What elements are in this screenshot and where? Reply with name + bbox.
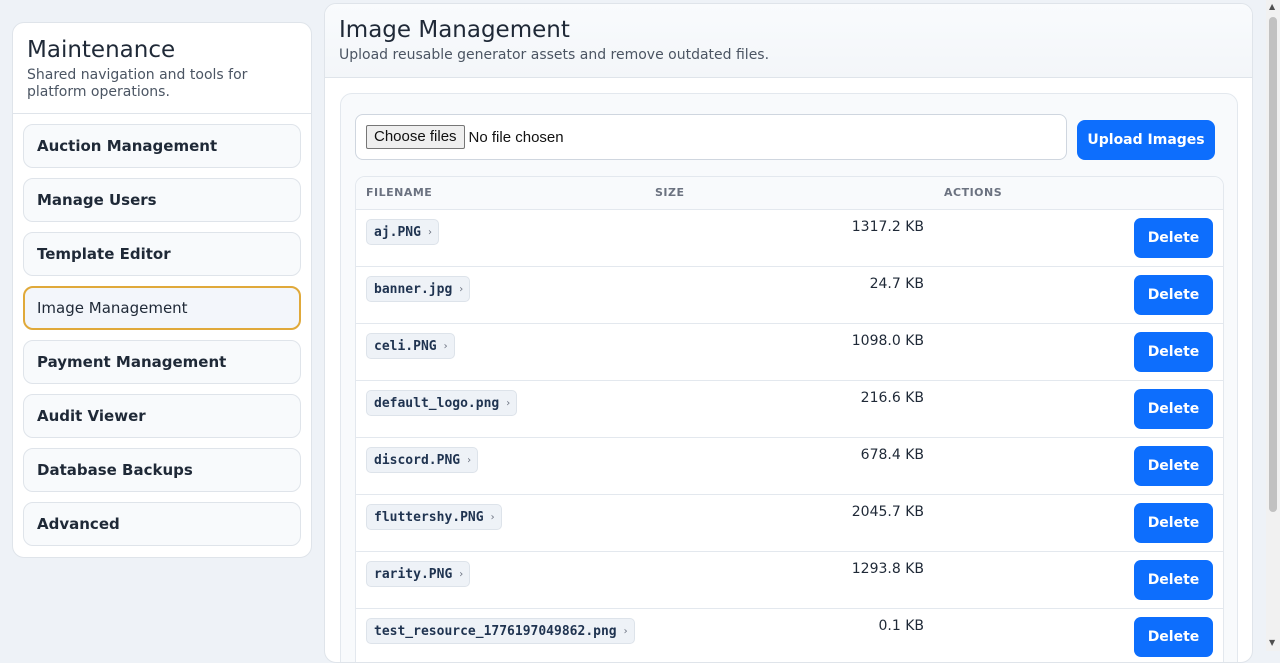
filename-text: default_logo.png <box>374 395 500 411</box>
sidebar-header: Maintenance Shared navigation and tools … <box>13 23 311 114</box>
header-actions: ACTIONS <box>944 186 1003 199</box>
filename-chip[interactable]: rarity.PNG › <box>366 561 471 587</box>
file-size: 0.1 KB <box>878 618 925 634</box>
file-status: No file chosen <box>468 128 564 146</box>
table-row: test_resource_1776197049862.png › 0.1 KB De… <box>356 609 1223 662</box>
chevron-right-icon: › <box>459 568 464 580</box>
sidebar-item-template-editor[interactable]: Template Editor <box>23 232 301 276</box>
panel-header: Image Management Upload reusable generat… <box>325 4 1252 78</box>
file-size: 1293.8 KB <box>851 561 924 577</box>
filename-chip[interactable]: celi.PNG › <box>366 333 455 359</box>
header-size: SIZE <box>655 186 685 199</box>
chevron-right-icon: › <box>467 454 472 466</box>
table-header: FILENAME SIZE ACTIONS <box>356 177 1223 210</box>
table-row: rarity.PNG › 1293.8 KB Delete <box>356 552 1223 609</box>
filename-chip[interactable]: discord.PNG › <box>366 447 479 473</box>
filename-chip[interactable]: banner.jpg › <box>366 276 471 302</box>
sidebar-subtitle: Shared navigation and tools for platform… <box>27 67 248 100</box>
file-size: 2045.7 KB <box>851 504 924 520</box>
table-row: discord.PNG › 678.4 KB Delete <box>356 438 1223 495</box>
chevron-right-icon: › <box>623 625 628 637</box>
delete-button[interactable]: Delete <box>1134 275 1213 315</box>
filename-text: banner.jpg <box>374 281 453 297</box>
sidebar-item-advanced[interactable]: Advanced <box>23 502 301 546</box>
filename-text: fluttershy.PNG <box>374 509 484 525</box>
file-size: 1317.2 KB <box>851 219 924 235</box>
scroll-up-arrow-icon[interactable]: ▲ <box>1269 2 1275 11</box>
sidebar-item-auction-management[interactable]: Auction Management <box>23 124 301 168</box>
page-title: Image Management <box>339 17 570 43</box>
table-row: default_logo.png › 216.6 KB Delete <box>356 381 1223 438</box>
scroll-down-arrow-icon[interactable]: ▼ <box>1269 638 1275 647</box>
file-size: 24.7 KB <box>869 276 924 292</box>
table-body: aj.PNG › 1317.2 KB Delete banner.jpg › 24.7 KB… <box>356 210 1223 662</box>
file-size: 1098.0 KB <box>851 333 924 349</box>
filename-chip[interactable]: fluttershy.PNG › <box>366 504 502 530</box>
sidebar-item-manage-users[interactable]: Manage Users <box>23 178 301 222</box>
file-input[interactable]: Choose files No file chosen <box>355 114 1067 160</box>
table-row: banner.jpg › 24.7 KB Delete <box>356 267 1223 324</box>
chevron-right-icon: › <box>506 397 511 409</box>
table-row: aj.PNG › 1317.2 KB Delete <box>356 210 1223 267</box>
filename-text: test_resource_1776197049862.png <box>374 623 617 639</box>
sidebar-item-audit-viewer[interactable]: Audit Viewer <box>23 394 301 438</box>
delete-button[interactable]: Delete <box>1134 503 1213 543</box>
chevron-right-icon: › <box>459 283 464 295</box>
filename-text: discord.PNG <box>374 452 461 468</box>
filename-chip[interactable]: default_logo.png › <box>366 390 518 416</box>
delete-button[interactable]: Delete <box>1134 218 1213 258</box>
maintenance-sidebar: Maintenance Shared navigation and tools … <box>12 22 312 558</box>
file-size: 216.6 KB <box>860 390 924 406</box>
header-filename: FILENAME <box>366 186 433 199</box>
chevron-right-icon: › <box>443 340 448 352</box>
sidebar-item-payment-management[interactable]: Payment Management <box>23 340 301 384</box>
scroll-thumb[interactable] <box>1269 17 1277 512</box>
sidebar-title: Maintenance <box>27 37 176 63</box>
page-scrollbar[interactable]: ▲ ▼ <box>1266 0 1280 651</box>
page-subtitle: Upload reusable generator assets and rem… <box>339 47 770 63</box>
table-row: celi.PNG › 1098.0 KB Delete <box>356 324 1223 381</box>
filename-chip[interactable]: aj.PNG › <box>366 219 439 245</box>
delete-button[interactable]: Delete <box>1134 617 1213 657</box>
choose-files-button[interactable]: Choose files <box>366 125 465 149</box>
file-size: 678.4 KB <box>860 447 924 463</box>
delete-button[interactable]: Delete <box>1134 446 1213 486</box>
delete-button[interactable]: Delete <box>1134 332 1213 372</box>
filename-text: celi.PNG <box>374 338 437 354</box>
sidebar-item-database-backups[interactable]: Database Backups <box>23 448 301 492</box>
sidebar-nav: Auction Management Manage Users Template… <box>13 114 311 566</box>
filename-text: rarity.PNG <box>374 566 453 582</box>
chevron-right-icon: › <box>490 511 495 523</box>
chevron-right-icon: › <box>427 226 432 238</box>
filename-chip[interactable]: test_resource_1776197049862.png › <box>366 618 635 644</box>
sidebar-item-image-management[interactable]: Image Management <box>23 286 301 330</box>
upload-card: Choose files No file chosen Upload Image… <box>340 93 1238 662</box>
delete-button[interactable]: Delete <box>1134 560 1213 600</box>
filename-text: aj.PNG <box>374 224 421 240</box>
images-table: FILENAME SIZE ACTIONS aj.PNG › 1317.2 KB De… <box>355 176 1224 662</box>
delete-button[interactable]: Delete <box>1134 389 1213 429</box>
upload-images-button[interactable]: Upload Images <box>1077 120 1215 160</box>
image-management-panel: Image Management Upload reusable generat… <box>324 3 1253 663</box>
table-row: fluttershy.PNG › 2045.7 KB Delete <box>356 495 1223 552</box>
